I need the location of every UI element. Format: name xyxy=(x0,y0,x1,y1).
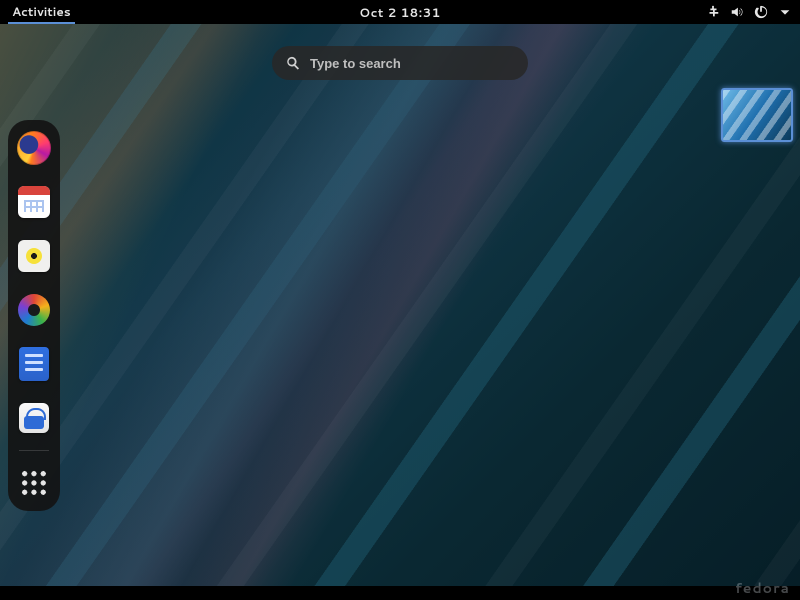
dash-app-rhythmbox[interactable] xyxy=(16,238,52,274)
photos-icon xyxy=(18,294,50,326)
top-panel: Activities Oct 2 18:31 xyxy=(0,0,800,24)
software-icon xyxy=(19,403,49,433)
dash-app-software[interactable] xyxy=(16,400,52,436)
music-icon xyxy=(18,240,50,272)
activities-button[interactable]: Activities xyxy=(8,1,75,24)
dash-app-photos[interactable] xyxy=(16,292,52,328)
workspace-thumbnail-1[interactable] xyxy=(721,88,793,142)
overview-search[interactable] xyxy=(272,46,528,80)
workspace-switcher xyxy=(714,80,800,586)
power-icon xyxy=(754,5,768,19)
calendar-icon xyxy=(18,186,50,218)
status-area[interactable] xyxy=(706,5,792,19)
firefox-icon xyxy=(17,131,51,165)
search-icon xyxy=(286,56,300,70)
dash-separator xyxy=(19,450,49,451)
dash-app-contacts[interactable] xyxy=(16,346,52,382)
dash-app-calendar[interactable] xyxy=(16,184,52,220)
contacts-icon xyxy=(19,347,49,381)
show-applications-button[interactable] xyxy=(16,465,52,501)
volume-icon xyxy=(730,5,744,19)
chevron-down-icon xyxy=(778,5,792,19)
clock[interactable]: Oct 2 18:31 xyxy=(359,4,440,21)
dash-app-firefox[interactable] xyxy=(16,130,52,166)
apps-grid-icon xyxy=(20,469,48,497)
search-input[interactable] xyxy=(310,56,514,71)
overview-background xyxy=(0,24,800,600)
network-wired-icon xyxy=(706,5,720,19)
dash xyxy=(8,120,60,511)
